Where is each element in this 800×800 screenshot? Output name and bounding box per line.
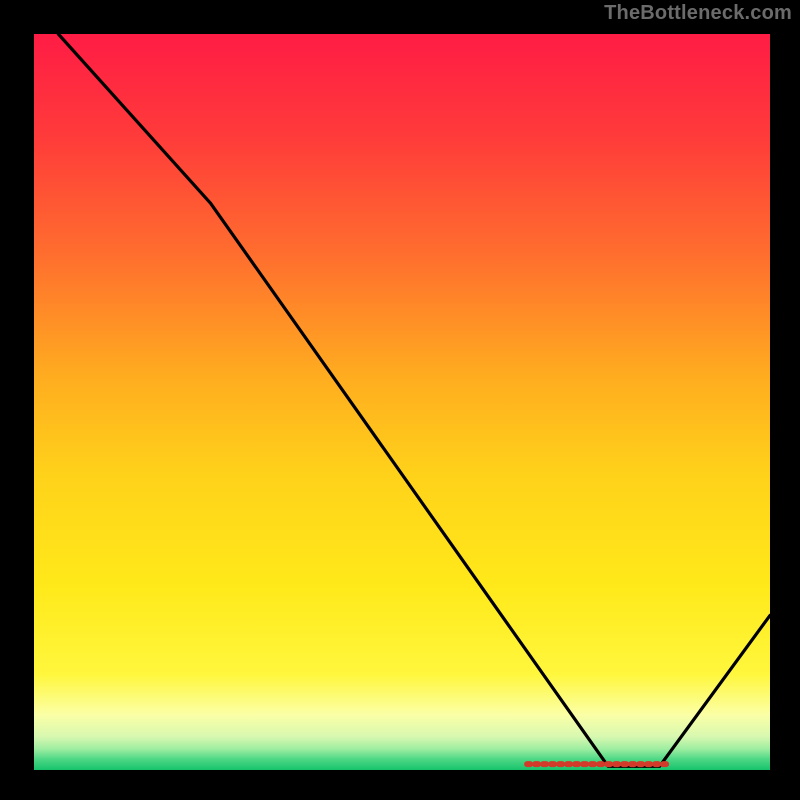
bottleneck-chart <box>0 0 800 800</box>
plot-background <box>34 34 770 770</box>
chart-wrapper: TheBottleneck.com <box>0 0 800 800</box>
